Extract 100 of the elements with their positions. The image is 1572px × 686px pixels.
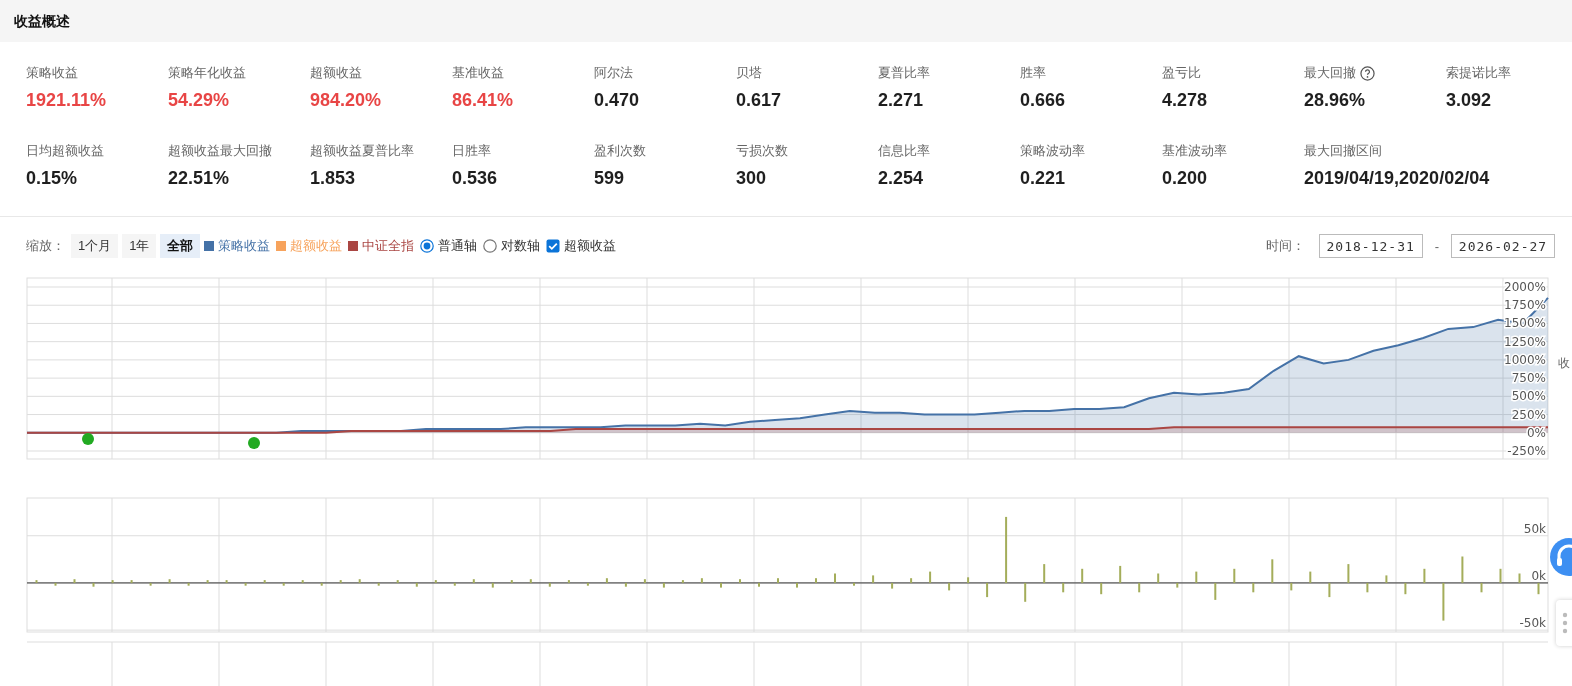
- metric-label: 最大回撤: [1304, 64, 1356, 82]
- section-title: 收益概述: [14, 12, 70, 31]
- checkbox-option[interactable]: 超额收益: [546, 237, 617, 255]
- radio-option[interactable]: 普通轴: [420, 237, 478, 255]
- axis-label: 0%: [1526, 425, 1546, 440]
- help-icon[interactable]: [1360, 65, 1375, 81]
- date-field[interactable]: 2026-02-27: [1451, 234, 1555, 258]
- metric-value: 1.853: [310, 167, 356, 190]
- radio-icon[interactable]: [420, 239, 435, 253]
- marker-dot: [82, 433, 94, 445]
- axis-label: 2000%: [1504, 280, 1546, 294]
- metric-label: 日胜率: [452, 142, 491, 160]
- metric-value: 0.617: [736, 89, 782, 112]
- bar: [1195, 571, 1198, 583]
- bar: [1043, 564, 1046, 583]
- metric-value: 54.29%: [168, 89, 230, 112]
- bar: [263, 580, 266, 583]
- bar: [1518, 573, 1521, 583]
- radio-option[interactable]: 对数轴: [483, 237, 541, 255]
- metric-label: 超额收益: [310, 64, 362, 82]
- bar: [396, 580, 399, 583]
- bar: [320, 582, 323, 586]
- metric-label: 夏普比率: [878, 64, 930, 82]
- legend-item[interactable]: 中证全指: [348, 237, 421, 255]
- bar: [301, 580, 304, 583]
- date-field[interactable]: 2018-12-31: [1318, 234, 1423, 258]
- bar: [35, 580, 38, 583]
- metric-value: 86.41%: [452, 89, 514, 112]
- bar: [1537, 582, 1540, 595]
- bar: [1081, 568, 1084, 583]
- bar: [510, 580, 513, 583]
- metric-value: 0.200: [1162, 167, 1208, 190]
- bar: [225, 580, 228, 583]
- metric-label: 基准波动率: [1162, 142, 1227, 160]
- metric-label: 亏损次数: [736, 142, 788, 160]
- metric-value: 0.15%: [26, 167, 78, 190]
- bar: [872, 575, 875, 583]
- bar: [1347, 564, 1350, 583]
- axis-label: 1500%: [1504, 316, 1546, 331]
- metric-value: 2019/04/19,2020/02/04: [1304, 167, 1490, 190]
- bar: [891, 582, 894, 589]
- bar: [681, 580, 684, 583]
- bar: [472, 579, 475, 583]
- bar: [339, 580, 342, 583]
- bar: [910, 578, 913, 583]
- axis-label: 250%: [1511, 407, 1546, 422]
- metric-label: 超额收益夏普比率: [310, 142, 414, 160]
- axis-label: 750%: [1511, 371, 1546, 386]
- metric-label: 策略收益: [26, 64, 78, 82]
- bar: [567, 580, 570, 583]
- bar: [1366, 582, 1369, 593]
- bar: [206, 580, 209, 583]
- bar: [1499, 568, 1502, 583]
- bar: [1005, 516, 1008, 583]
- bar: [1271, 559, 1274, 583]
- bar: [54, 582, 57, 586]
- metric-value: 0.221: [1020, 167, 1066, 190]
- bar: [586, 582, 589, 586]
- metric-label: 胜率: [1020, 64, 1046, 82]
- zoom-button[interactable]: 1个月: [71, 234, 119, 258]
- bar: [111, 580, 114, 583]
- bar: [453, 582, 456, 586]
- metric-value: 22.51%: [168, 167, 230, 190]
- bar: [700, 578, 703, 583]
- bar: [244, 582, 247, 586]
- bar: [662, 582, 665, 588]
- bar: [1328, 582, 1331, 598]
- bar: [967, 577, 970, 583]
- bar: [529, 579, 532, 583]
- axis-label: 1250%: [1504, 334, 1546, 349]
- metric-value: 4.278: [1162, 89, 1208, 112]
- metric-label: 盈亏比: [1162, 64, 1201, 82]
- checkbox-icon[interactable]: [546, 239, 561, 253]
- bar: [1119, 565, 1122, 583]
- bar: [149, 582, 152, 586]
- metric-label: 基准收益: [452, 64, 504, 82]
- metric-label: 贝塔: [736, 64, 762, 82]
- zoom-button[interactable]: 全部: [160, 234, 201, 258]
- axis-label: 1000%: [1504, 352, 1546, 367]
- bar: [92, 582, 95, 587]
- bar: [491, 582, 494, 588]
- bar: [948, 582, 951, 591]
- bar: [1461, 556, 1464, 583]
- zoom-button[interactable]: 1年: [122, 234, 157, 258]
- metric-value: 28.96%: [1304, 89, 1366, 112]
- legend-item[interactable]: 策略收益: [204, 237, 277, 255]
- bar: [1157, 573, 1160, 583]
- metric-label: 最大回撤区间: [1304, 142, 1382, 160]
- axis-label: 0k: [1531, 568, 1546, 583]
- bar: [73, 579, 76, 583]
- bar: [282, 582, 285, 586]
- bar: [1138, 582, 1141, 593]
- metric-value: 984.20%: [310, 89, 382, 112]
- date-separator: -: [1434, 238, 1439, 254]
- axis-label: -250%: [1507, 444, 1546, 458]
- radio-icon[interactable]: [483, 239, 498, 253]
- bar: [1176, 582, 1179, 588]
- bar: [605, 578, 608, 583]
- metric-value: 0.470: [594, 89, 640, 112]
- bar: [929, 571, 932, 583]
